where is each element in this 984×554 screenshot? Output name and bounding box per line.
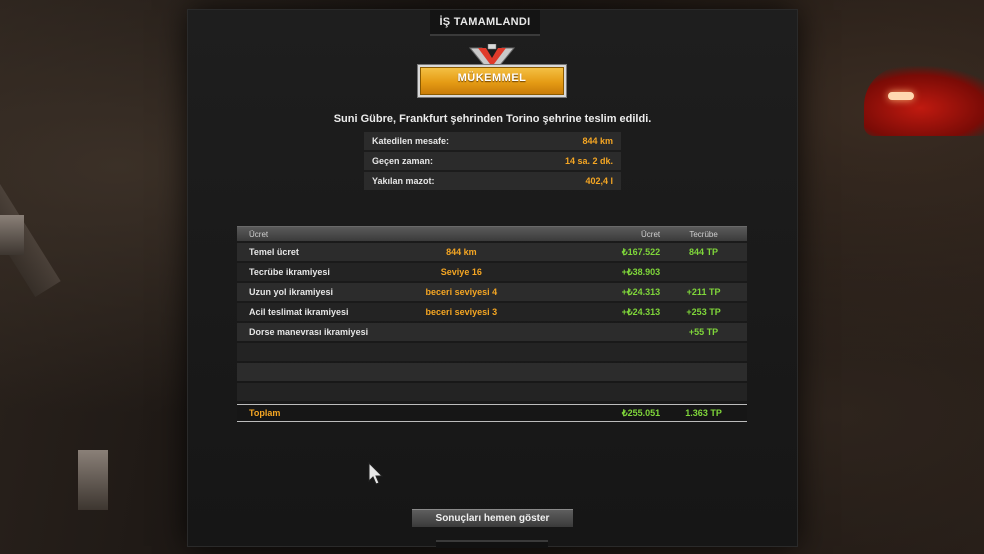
rank-label: MÜKEMMEL	[457, 72, 527, 84]
total-xp: 1.363 TP	[685, 408, 722, 418]
stat-label: Yakılan mazot:	[372, 176, 435, 186]
total-name: Toplam	[249, 408, 281, 418]
table-header: Ücret Ücret Tecrübe	[237, 226, 747, 241]
window-title: İŞ TAMAMLANDI	[430, 10, 540, 36]
row-income: +₺24.313	[621, 306, 661, 317]
row-name: Uzun yol ikramiyesi	[249, 287, 334, 297]
income-table: Ücret Ücret Tecrübe Temel ücret 844 km ₺…	[237, 226, 747, 422]
row-name: Acil teslimat ikramiyesi	[249, 307, 349, 317]
table-total-row: Toplam ₺255.051 1.363 TP	[237, 404, 747, 422]
guardrail-post	[0, 215, 24, 255]
total-income: ₺255.051	[621, 407, 661, 418]
row-name: Tecrübe ikramiyesi	[249, 267, 330, 277]
car-headlight	[888, 92, 914, 100]
row-xp: +253 TP	[686, 307, 721, 317]
guardrail-post	[78, 450, 108, 510]
stat-label: Katedilen mesafe:	[372, 136, 450, 146]
mouse-cursor-icon	[368, 462, 384, 485]
table-row: Tecrübe ikramiyesi Seviye 16 +₺38.903	[237, 263, 747, 281]
stat-value: 402,4 l	[585, 176, 613, 186]
header-xp: Tecrübe	[689, 229, 718, 239]
red-car	[864, 66, 984, 136]
row-xp: +55 TP	[688, 327, 719, 337]
stat-value: 14 sa. 2 dk.	[564, 156, 613, 166]
row-income: ₺167.522	[621, 246, 661, 257]
row-detail: beceri seviyesi 3	[425, 307, 498, 317]
row-xp: 844 TP	[689, 247, 719, 257]
delivery-description: Suni Gübre, Frankfurt şehrinden Torino ş…	[333, 113, 652, 125]
trip-stats: Katedilen mesafe: 844 km Geçen zaman: 14…	[364, 132, 621, 192]
show-results-button[interactable]: Sonuçları hemen göster	[412, 509, 573, 527]
row-detail: 844 km	[446, 247, 477, 257]
stat-value: 844 km	[582, 136, 613, 146]
row-detail: Seviye 16	[440, 267, 482, 277]
row-detail: beceri seviyesi 4	[425, 287, 498, 297]
rank-badge: MÜKEMMEL	[418, 44, 566, 100]
table-row: Acil teslimat ikramiyesi beceri seviyesi…	[237, 303, 747, 321]
table-row-empty	[237, 383, 747, 401]
stat-row-fuel: Yakılan mazot: 402,4 l	[364, 172, 621, 190]
table-row: Dorse manevrası ikramiyesi +55 TP	[237, 323, 747, 341]
stat-row-time: Geçen zaman: 14 sa. 2 dk.	[364, 152, 621, 170]
table-row-empty	[237, 343, 747, 361]
row-income: +₺24.313	[621, 286, 661, 297]
row-income: +₺38.903	[621, 266, 661, 277]
table-row: Uzun yol ikramiyesi beceri seviyesi 4 +₺…	[237, 283, 747, 301]
header-name: Ücret	[249, 229, 269, 239]
table-body: Temel ücret 844 km ₺167.522 844 TP Tecrü…	[237, 243, 747, 401]
table-row-empty	[237, 363, 747, 381]
bottom-tab	[436, 540, 548, 548]
stat-label: Geçen zaman:	[372, 156, 434, 166]
stat-row-distance: Katedilen mesafe: 844 km	[364, 132, 621, 150]
row-xp: +211 TP	[686, 287, 721, 297]
row-name: Dorse manevrası ikramiyesi	[249, 327, 369, 337]
row-name: Temel ücret	[249, 247, 299, 257]
header-income: Ücret	[641, 229, 661, 239]
table-row: Temel ücret 844 km ₺167.522 844 TP	[237, 243, 747, 261]
